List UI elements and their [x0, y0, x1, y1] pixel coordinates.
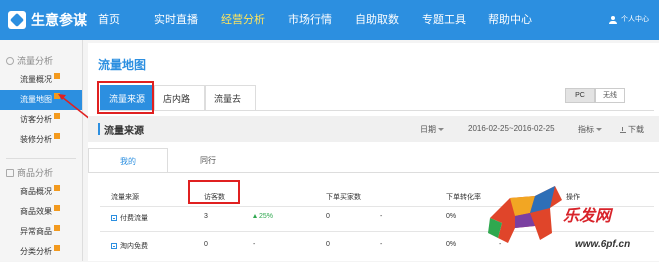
source-name: 付费流量: [120, 215, 148, 222]
watermark-text: 乐发网: [563, 208, 612, 225]
tab-in-store-path[interactable]: 店内路径: [154, 85, 205, 130]
download-button[interactable]: 下载: [620, 124, 644, 135]
conversion-cell: 0%: [446, 213, 457, 220]
visitors-cell: 3: [204, 213, 208, 220]
page-title: 流量地图: [98, 58, 147, 72]
download-label: 下载: [628, 125, 644, 134]
trend-up-icon: [253, 214, 257, 219]
main-panel: 流量地图 流量来源 店内路径 流量去向 PC 无线 流量来源 日期 2016-0…: [88, 43, 659, 261]
device-wireless-toggle[interactable]: 无线: [595, 88, 625, 103]
section-marker: [98, 123, 100, 135]
subtab-peers[interactable]: 同行: [168, 148, 248, 173]
date-range[interactable]: 2016-02-25~2016-02-25: [468, 124, 555, 133]
subtabs-divider: [88, 172, 659, 173]
buyers-change: -: [380, 213, 383, 220]
subtab-mine[interactable]: 我的: [88, 148, 168, 173]
tab-traffic-destination[interactable]: 流量去向: [205, 85, 256, 130]
expand-icon: [111, 243, 117, 250]
column-header-buyers[interactable]: 下单买家数: [326, 192, 361, 202]
chevron-down-icon: [596, 128, 602, 132]
source-name: 淘内免费: [120, 243, 148, 250]
visitors-change: 25%: [253, 213, 273, 220]
source-cell[interactable]: 付费流量: [111, 213, 148, 223]
chevron-down-icon: [438, 128, 444, 132]
section-title: 流量来源: [104, 126, 144, 137]
watermark-url: www.6pf.cn: [575, 239, 631, 250]
highlight-box-tab: [97, 81, 154, 114]
column-header-conversion[interactable]: 下单转化率: [446, 192, 481, 202]
conversion-cell: 0%: [446, 241, 457, 248]
section-header: 流量来源 日期 2016-02-25~2016-02-25 指标 下载: [88, 116, 659, 142]
highlight-box-visitors: [188, 180, 240, 204]
download-icon: [620, 126, 626, 133]
metric-selector[interactable]: 指标: [578, 124, 602, 135]
source-cell[interactable]: 淘内免费: [111, 241, 148, 251]
expand-icon: [111, 215, 117, 222]
date-label: 日期: [420, 125, 436, 134]
buyers-cell: 0: [326, 213, 330, 220]
row-divider: [100, 231, 654, 232]
visitors-cell: 0: [204, 241, 208, 248]
tabs-divider: [98, 110, 654, 111]
metric-label: 指标: [578, 125, 594, 134]
column-header-source: 流量来源: [111, 194, 139, 201]
buyers-change: -: [380, 241, 383, 248]
device-pc-toggle[interactable]: PC: [565, 88, 595, 103]
buyers-cell: 0: [326, 241, 330, 248]
watermark-bull-logo: [488, 186, 562, 243]
visitors-change-value: 25%: [259, 213, 274, 220]
date-picker[interactable]: 日期: [420, 124, 444, 135]
visitors-change: -: [253, 241, 256, 248]
